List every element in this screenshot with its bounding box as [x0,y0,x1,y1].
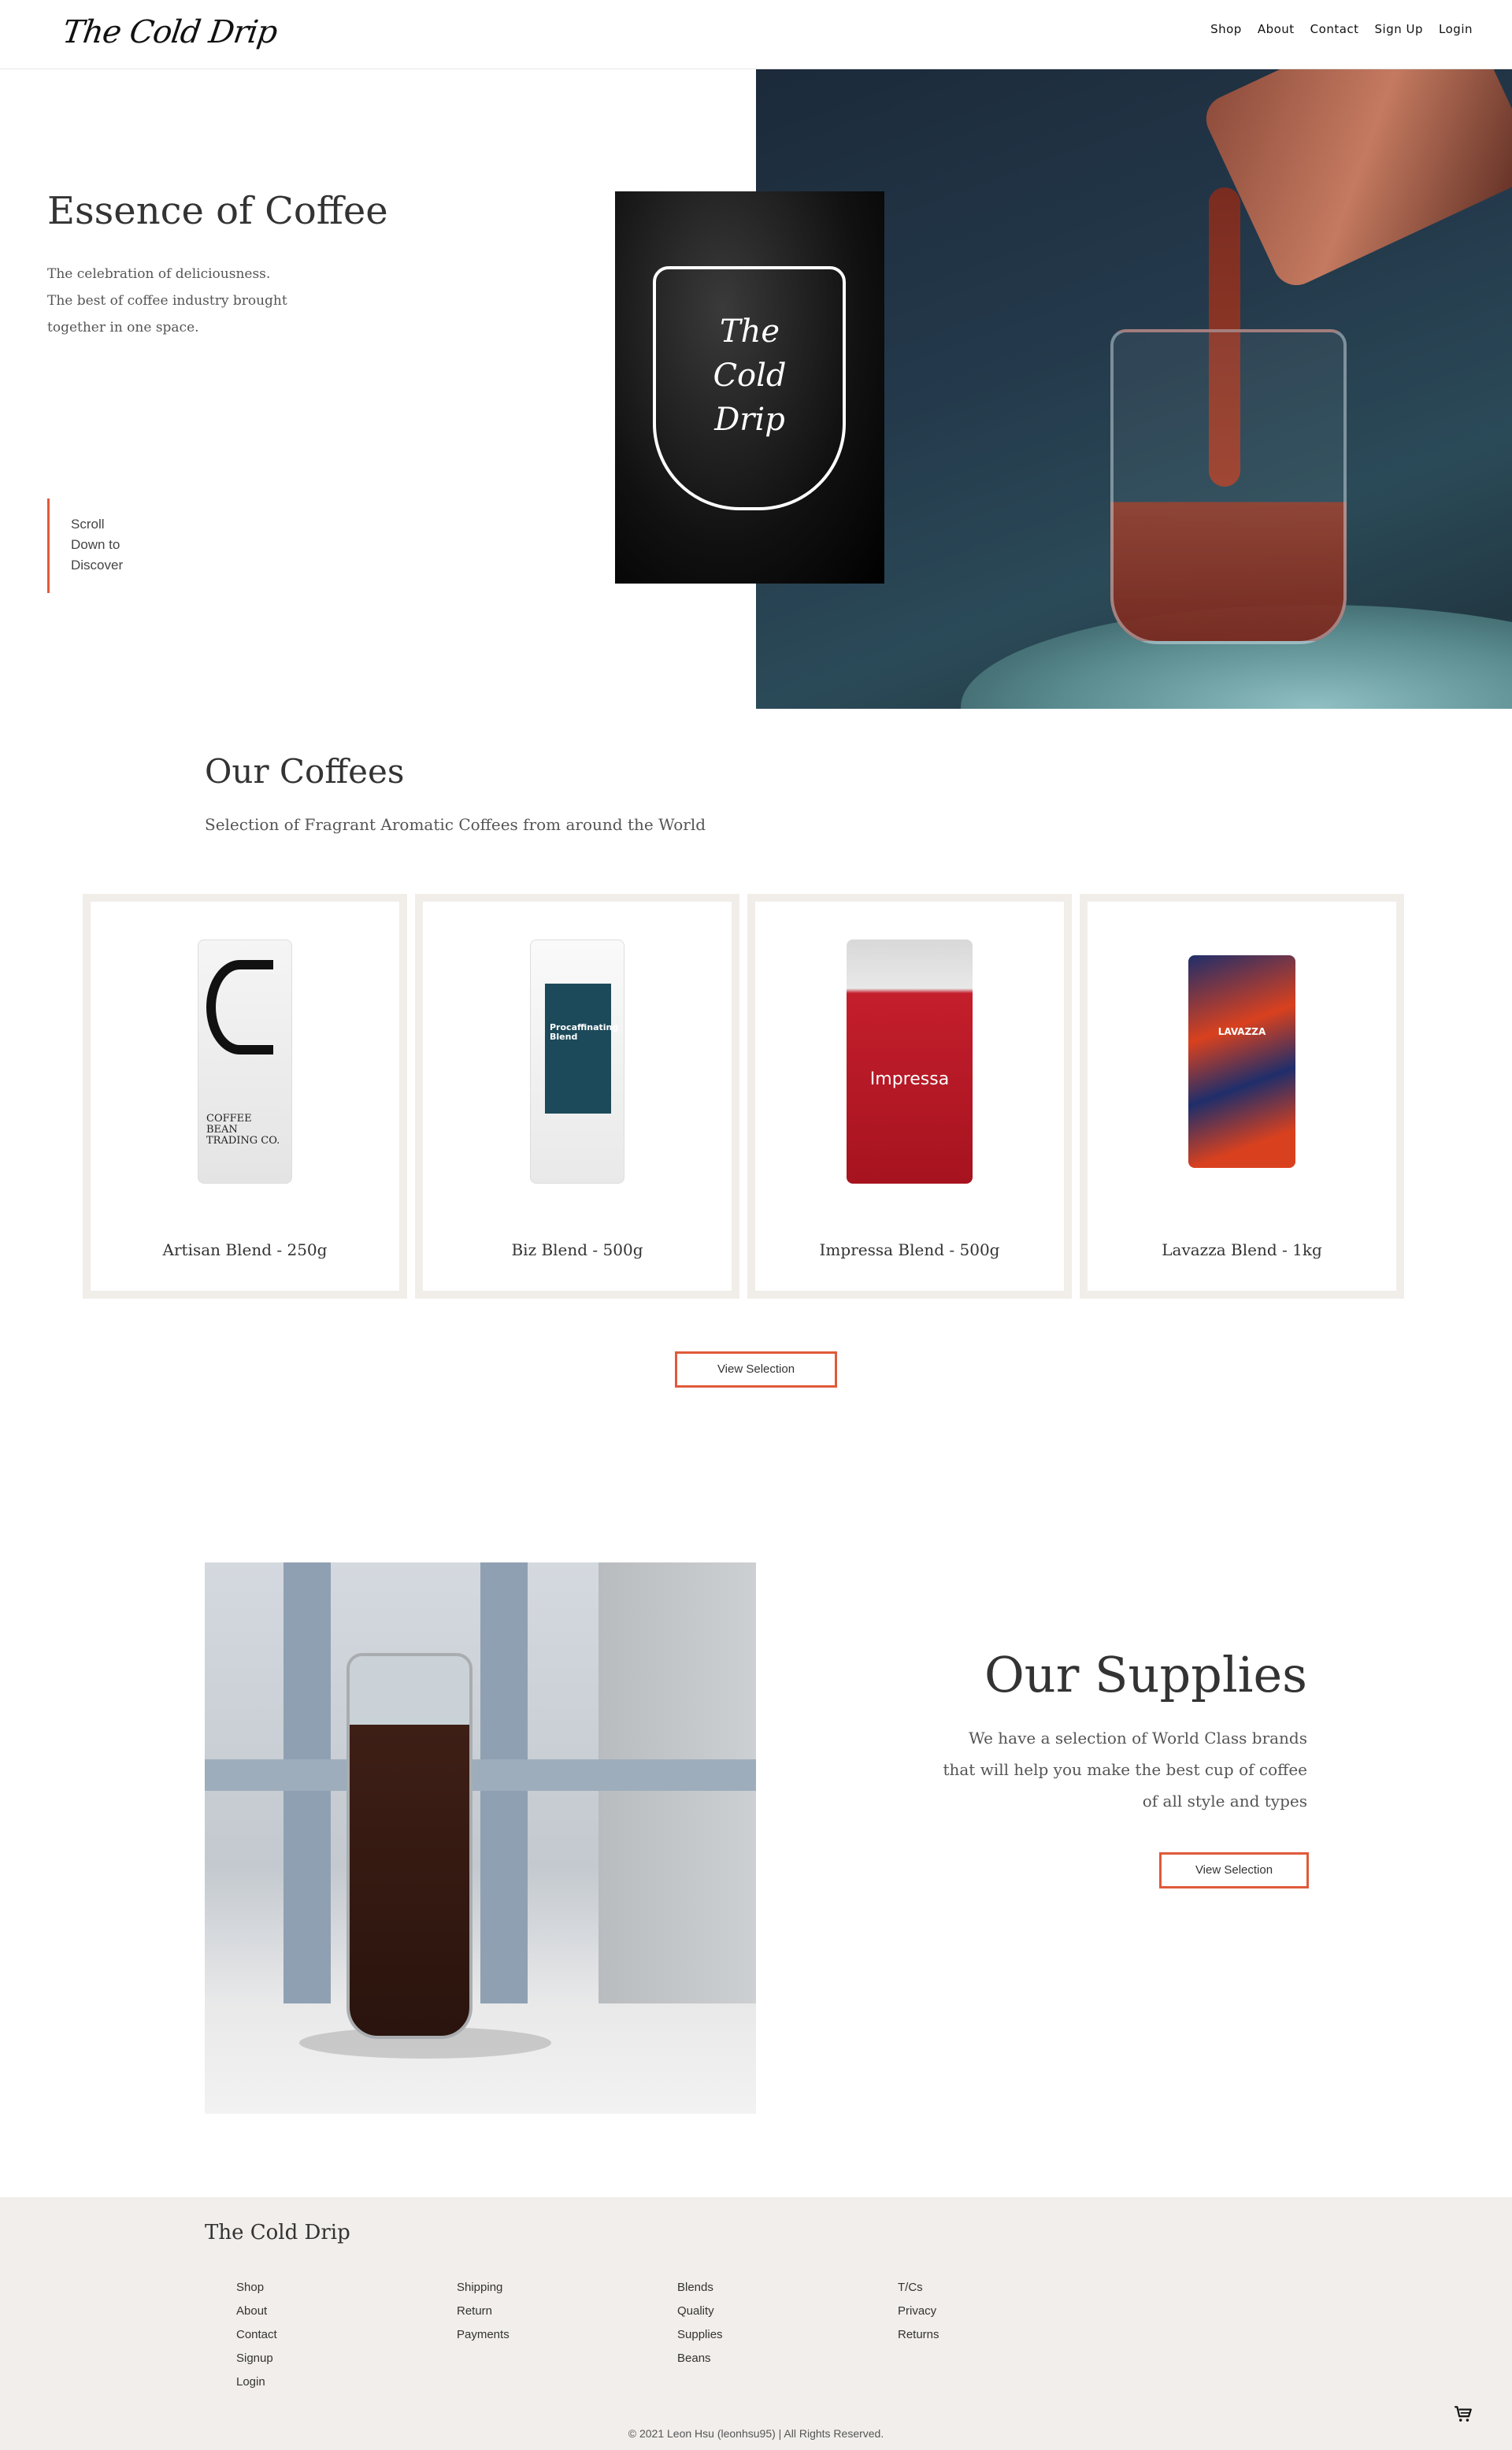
view-supplies-button[interactable]: View Selection [1159,1852,1309,1888]
view-coffees-button[interactable]: View Selection [675,1351,837,1388]
bag-label: COFFEE BEAN TRADING CO. [206,1113,280,1147]
footer-col-orders: Shipping Return Payments [457,2280,510,2342]
footer-col-products: Blends Quality Supplies Beans [677,2280,723,2366]
product-image-lavazza: LAVAZZA [1188,955,1295,1168]
product-name-artisan[interactable]: Artisan Blend - 250g [91,1240,399,1259]
product-name-lavazza[interactable]: Lavazza Blend - 1kg [1088,1240,1396,1259]
footer-link-beans[interactable]: Beans [677,2351,723,2366]
nav-contact[interactable]: Contact [1310,22,1359,36]
supplies-text-line-3: of all style and types [1142,1792,1307,1811]
footer-link-about[interactable]: About [236,2304,277,2318]
footer-link-tcs[interactable]: T/Cs [898,2280,939,2295]
bag-label: Impressa [869,1069,950,1089]
nav-login[interactable]: Login [1439,22,1473,36]
bag-label: Procaffinating Blend [550,1022,619,1042]
product-card-artisan[interactable]: COFFEE BEAN TRADING CO. Artisan Blend - … [83,894,407,1299]
footer-link-quality[interactable]: Quality [677,2304,723,2318]
hero-text-line-1: The celebration of deliciousness. [47,266,271,282]
product-card-lavazza[interactable]: LAVAZZA Lavazza Blend - 1kg [1080,894,1404,1299]
nav-about[interactable]: About [1258,22,1295,36]
product-name-impressa[interactable]: Impressa Blend - 500g [755,1240,1064,1259]
window-frame [205,1759,756,1791]
scroll-hint[interactable]: Scroll Down to Discover [47,499,123,593]
cold-brew-carafe [346,1653,472,2039]
footer-link-privacy[interactable]: Privacy [898,2304,939,2318]
hero-text-line-2: The best of coffee industry brought [47,293,287,309]
hero-brand-card: The Cold Drip [615,191,884,584]
hero-text-line-3: together in one space. [47,320,199,335]
card-logo-line-1: The [719,313,780,350]
footer-link-blends[interactable]: Blends [677,2280,723,2295]
scroll-hint-line-2: Down to [71,537,120,552]
supplies-cold-brew-image [205,1562,756,2114]
footer-link-returns[interactable]: Returns [898,2327,939,2342]
footer-link-login[interactable]: Login [236,2374,277,2389]
scroll-hint-line-3: Discover [71,558,124,573]
supplies-title: Our Supplies [984,1646,1307,1703]
footer-link-return[interactable]: Return [457,2304,510,2318]
copyright: © 2021 Leon Hsu (leonhsu95) | All Rights… [628,2427,884,2440]
footer-col-legal: T/Cs Privacy Returns [898,2280,939,2342]
coffees-subtitle: Selection of Fragrant Aromatic Coffees f… [205,815,706,834]
nav-shop[interactable]: Shop [1210,22,1242,36]
main-nav: Shop About Contact Sign Up Login [1210,22,1473,36]
bag-label: LAVAZZA [1217,1026,1266,1037]
footer-link-payments[interactable]: Payments [457,2327,510,2342]
scroll-hint-line-1: Scroll [71,517,105,532]
footer-link-shipping[interactable]: Shipping [457,2280,510,2295]
glass [1110,329,1347,644]
product-image-biz: Procaffinating Blend [530,940,624,1184]
site-header: The Cold Drip Shop About Contact Sign Up… [0,0,1512,69]
footer-brand: The Cold Drip [205,2221,350,2244]
footer-col-site: Shop About Contact Signup Login [236,2280,277,2389]
card-logo: The Cold Drip [615,309,884,442]
footer-link-shop[interactable]: Shop [236,2280,277,2295]
french-press [1198,69,1512,293]
hero-title: Essence of Coffee [47,189,388,233]
product-card-biz[interactable]: Procaffinating Blend Biz Blend - 500g [415,894,739,1299]
card-logo-line-3: Drip [714,402,785,438]
footer-link-contact[interactable]: Contact [236,2327,277,2342]
nav-sign-up[interactable]: Sign Up [1375,22,1424,36]
supplies-text-line-2: that will help you make the best cup of … [943,1760,1307,1779]
footer-link-supplies[interactable]: Supplies [677,2327,723,2342]
product-image-artisan: COFFEE BEAN TRADING CO. [198,940,292,1184]
product-card-impressa[interactable]: Impressa Impressa Blend - 500g [747,894,1072,1299]
coffees-title: Our Coffees [205,752,405,791]
cart-icon[interactable] [1453,2404,1473,2424]
product-image-impressa: Impressa [847,940,973,1184]
supplies-text-line-1: We have a selection of World Class brand… [969,1729,1307,1748]
product-name-biz[interactable]: Biz Blend - 500g [423,1240,732,1259]
bag-label-panel: Procaffinating Blend [545,984,619,1114]
c-logo-icon [206,960,273,1055]
card-logo-line-2: Cold [713,358,787,394]
site-footer: The Cold Drip Shop About Contact Signup … [0,2197,1512,2450]
footer-link-signup[interactable]: Signup [236,2351,277,2366]
site-logo[interactable]: The Cold Drip [61,14,280,50]
